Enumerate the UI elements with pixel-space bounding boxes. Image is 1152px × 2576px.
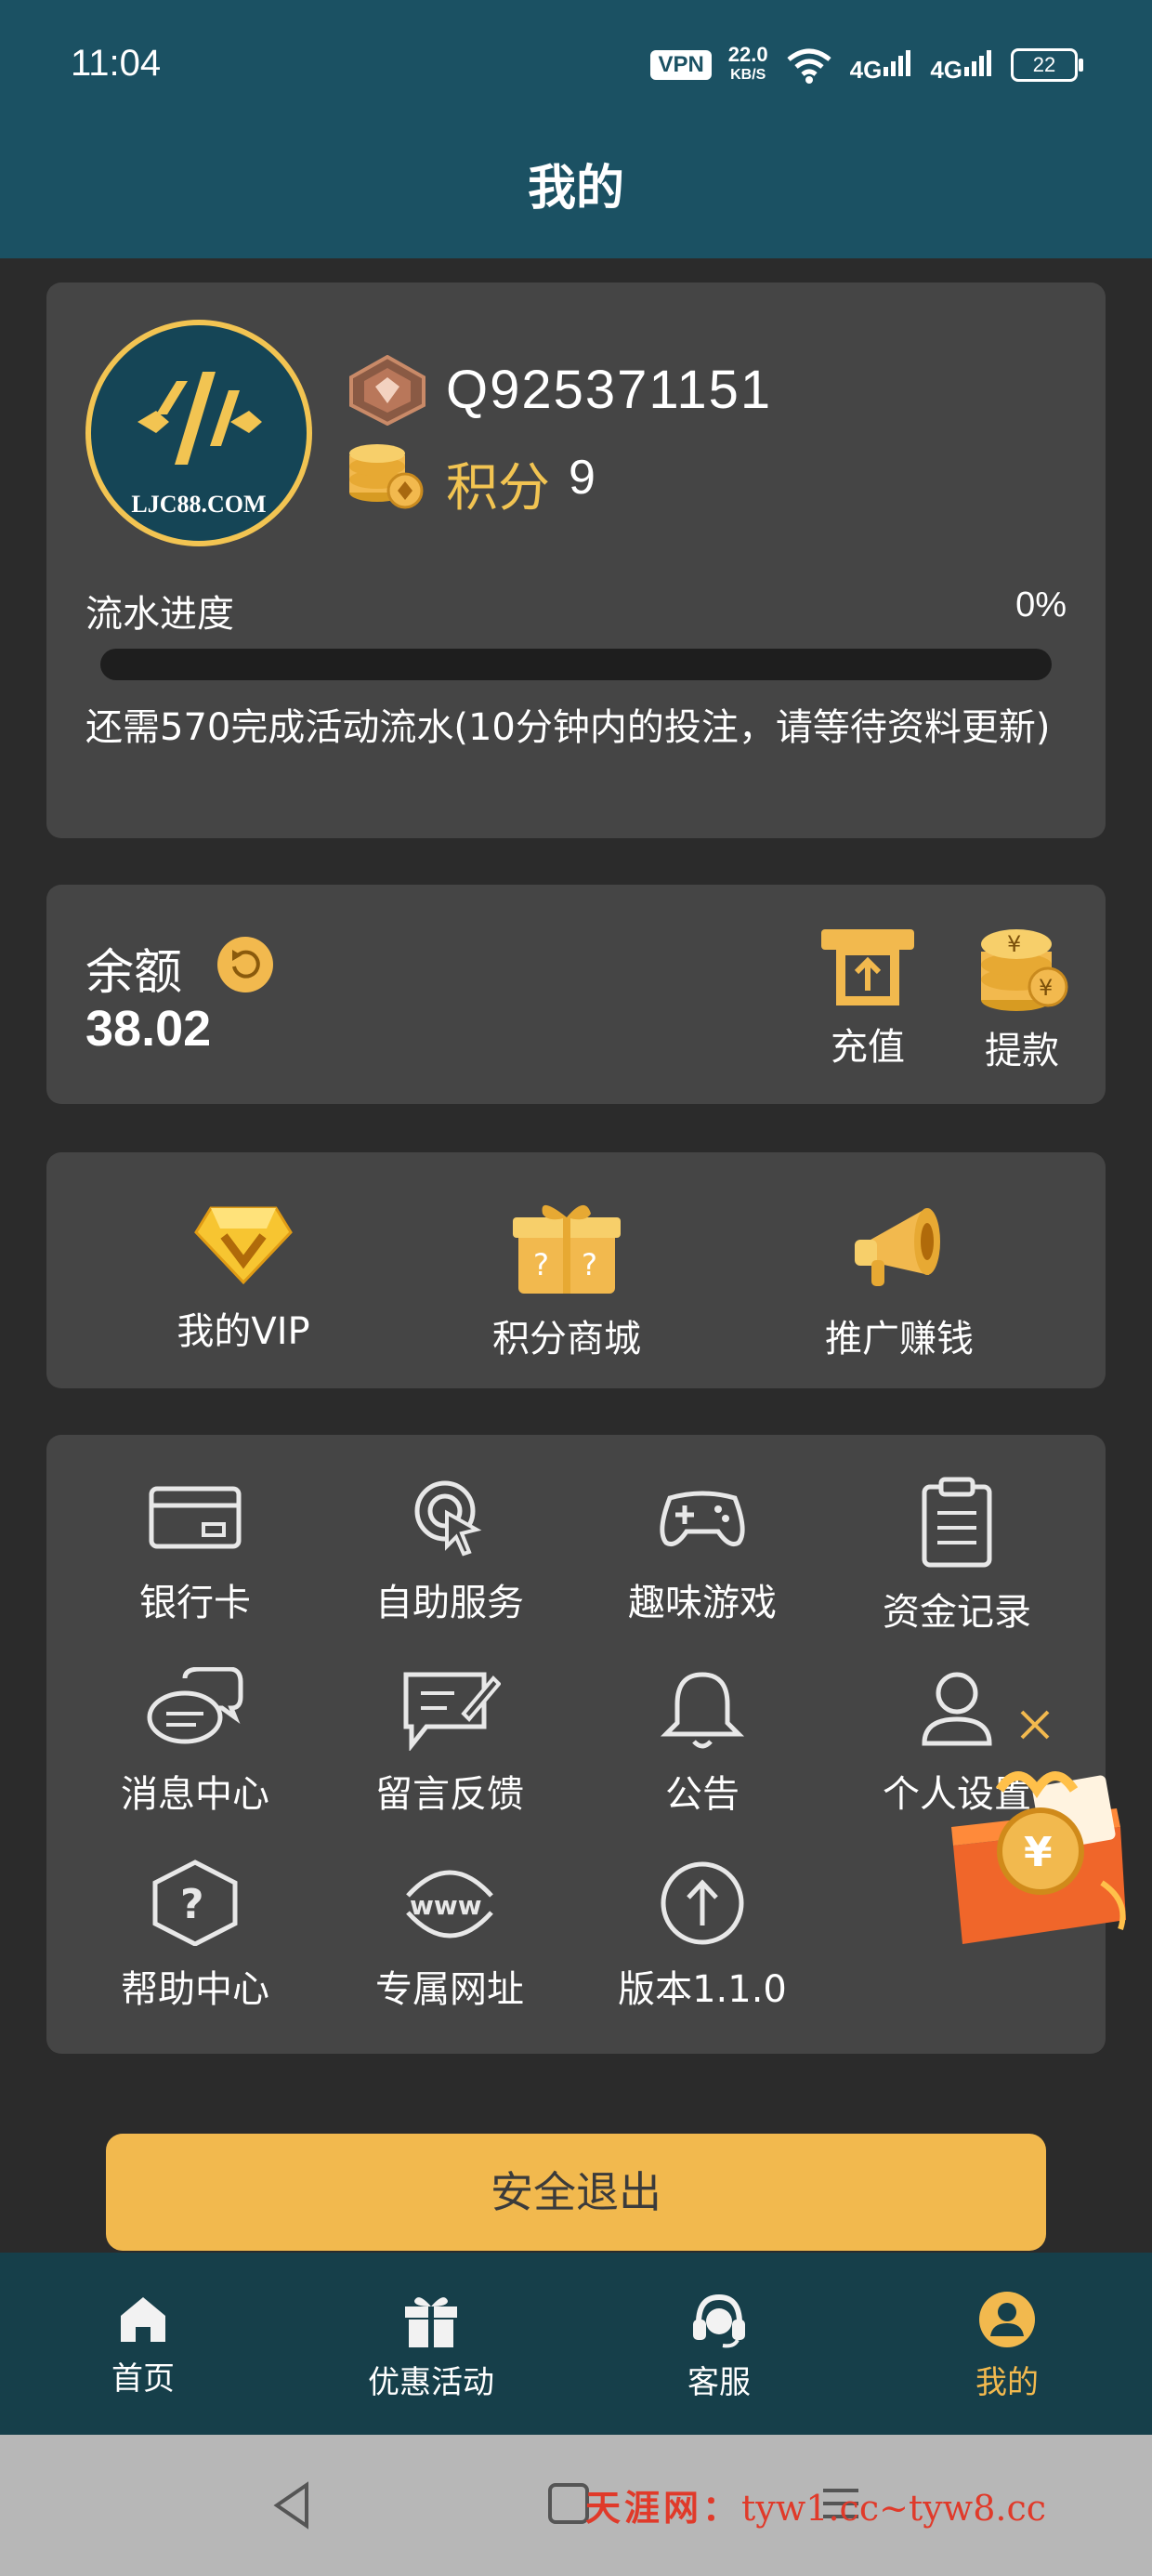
signal-2: 4G (930, 46, 994, 85)
username: Q925371151 (446, 360, 773, 420)
svg-text:¥: ¥ (1039, 975, 1053, 1001)
deposit-button[interactable]: 充值 (812, 929, 923, 1071)
headset-icon (693, 2293, 745, 2348)
referral-label: 推广赚钱 (825, 1318, 974, 1360)
page-title: 我的 (527, 161, 624, 217)
games-label: 趣味游戏 (628, 1582, 777, 1624)
svg-text:¥: ¥ (1024, 1829, 1053, 1876)
bank-card-icon (149, 1486, 242, 1549)
vip-button[interactable]: 我的VIP (123, 1195, 364, 1355)
floating-gift-promo[interactable]: ¥ (944, 1762, 1139, 1944)
withdraw-coins-icon: ¥ ¥ (981, 929, 1068, 1011)
wifi-icon (787, 48, 831, 84)
points-label: 积分 (446, 458, 550, 519)
turnover-progress-percent: 0% (1015, 585, 1067, 624)
close-icon[interactable] (1016, 1706, 1054, 1743)
nav-promotions-label: 优惠活动 (368, 2364, 494, 2401)
svg-text:?: ? (582, 1247, 597, 1282)
self-service-label: 自助服务 (375, 1582, 524, 1624)
svg-text:¥: ¥ (1007, 931, 1021, 957)
withdraw-button[interactable]: ¥ ¥ 提款 (966, 926, 1078, 1074)
nav-home-label: 首页 (111, 2360, 175, 2398)
version-button[interactable]: 版本1.1.0 (591, 1859, 814, 2013)
turnover-note: 还需570完成活动流水(10分钟内的投注，请等待资料更新) (85, 706, 1051, 749)
points-value: 9 (569, 451, 596, 505)
exclusive-url-label: 专属网址 (375, 1968, 524, 2011)
vip-label: 我的VIP (177, 1310, 310, 1353)
nav-customer-service-label: 客服 (687, 2364, 751, 2401)
points-mall-button[interactable]: ? ? 积分商城 (446, 1195, 687, 1362)
signal-1: 4G (850, 46, 914, 85)
avatar-logo-text: LJC88.COM (131, 491, 267, 518)
profile-icon (979, 2292, 1035, 2347)
rank-badge-icon (349, 355, 425, 426)
feedback-button[interactable]: 留言反馈 (338, 1667, 561, 1818)
fund-records-label: 资金记录 (883, 1591, 1031, 1634)
home-icon (121, 2297, 165, 2342)
svg-text:?: ? (180, 1881, 204, 1928)
bank-card-label: 银行卡 (139, 1582, 251, 1624)
balance-label: 余额 (85, 945, 183, 1001)
logout-button[interactable]: 安全退出 (106, 2134, 1046, 2251)
deposit-label: 充值 (831, 1026, 905, 1069)
nav-profile-label: 我的 (975, 2364, 1039, 2401)
bank-card-button[interactable]: 银行卡 (84, 1476, 307, 1626)
nav-home[interactable]: 首页 (41, 2290, 245, 2399)
self-service-button[interactable]: 自助服务 (338, 1476, 561, 1626)
diamond-icon (194, 1206, 293, 1285)
games-button[interactable]: 趣味游戏 (591, 1476, 814, 1626)
watermark: 天涯网：tyw1.cc~tyw8.cc (585, 2487, 1047, 2529)
deposit-icon (821, 929, 914, 1005)
battery-indicator: 22 (1011, 48, 1083, 82)
gift-box-icon: ? ? (513, 1204, 621, 1294)
net-speed: 22.0 KB/S (727, 43, 768, 84)
nav-profile[interactable]: 我的 (905, 2290, 1109, 2402)
coins-icon (349, 444, 424, 509)
turnover-progress-label: 流水进度 (85, 593, 234, 636)
status-time: 11:04 (71, 43, 162, 84)
feedback-label: 留言反馈 (375, 1773, 524, 1816)
bell-icon (660, 1672, 745, 1749)
version-label: 版本1.1.0 (618, 1968, 787, 2011)
help-center-button[interactable]: ? 帮助中心 (84, 1859, 307, 2013)
user-icon (922, 1672, 992, 1746)
fund-records-button[interactable]: 资金记录 (845, 1476, 1068, 1636)
message-center-label: 消息中心 (121, 1773, 269, 1816)
signal-bars-icon (964, 49, 991, 76)
vpn-badge: VPN (650, 50, 712, 80)
www-icon: www (406, 1870, 493, 1939)
svg-text:www: www (410, 1890, 482, 1921)
signal-bars-icon (884, 49, 911, 76)
withdraw-label: 提款 (985, 1030, 1059, 1072)
help-icon: ? (152, 1860, 238, 1947)
nav-customer-service[interactable]: 客服 (617, 2290, 821, 2402)
top-header (0, 0, 1152, 258)
points-mall-label: 积分商城 (492, 1318, 641, 1360)
balance-card (46, 885, 1106, 1104)
balance-value: 38.02 (85, 1001, 212, 1057)
feedback-icon (403, 1672, 502, 1753)
refresh-icon[interactable] (216, 935, 275, 994)
help-center-label: 帮助中心 (121, 1968, 269, 2011)
megaphone-icon (855, 1208, 940, 1286)
announcement-label: 公告 (665, 1773, 740, 1816)
upgrade-icon (661, 1861, 744, 1945)
nav-promotions[interactable]: 优惠活动 (329, 2290, 533, 2402)
exclusive-url-button[interactable]: www 专属网址 (338, 1859, 561, 2013)
announcement-button[interactable]: 公告 (591, 1667, 814, 1818)
referral-button[interactable]: 推广赚钱 (779, 1195, 1020, 1362)
back-icon[interactable] (269, 2479, 316, 2531)
svg-text:?: ? (533, 1247, 549, 1282)
status-icons: VPN 22.0 KB/S 4G 4G 22 (650, 43, 1083, 85)
message-center-button[interactable]: 消息中心 (84, 1666, 307, 1818)
gift-icon (405, 2297, 457, 2347)
turnover-progress-bar (100, 649, 1052, 680)
gamepad-icon (660, 1491, 745, 1546)
chat-icon (147, 1666, 243, 1744)
self-service-icon (414, 1480, 482, 1557)
clipboard-icon (922, 1477, 992, 1568)
